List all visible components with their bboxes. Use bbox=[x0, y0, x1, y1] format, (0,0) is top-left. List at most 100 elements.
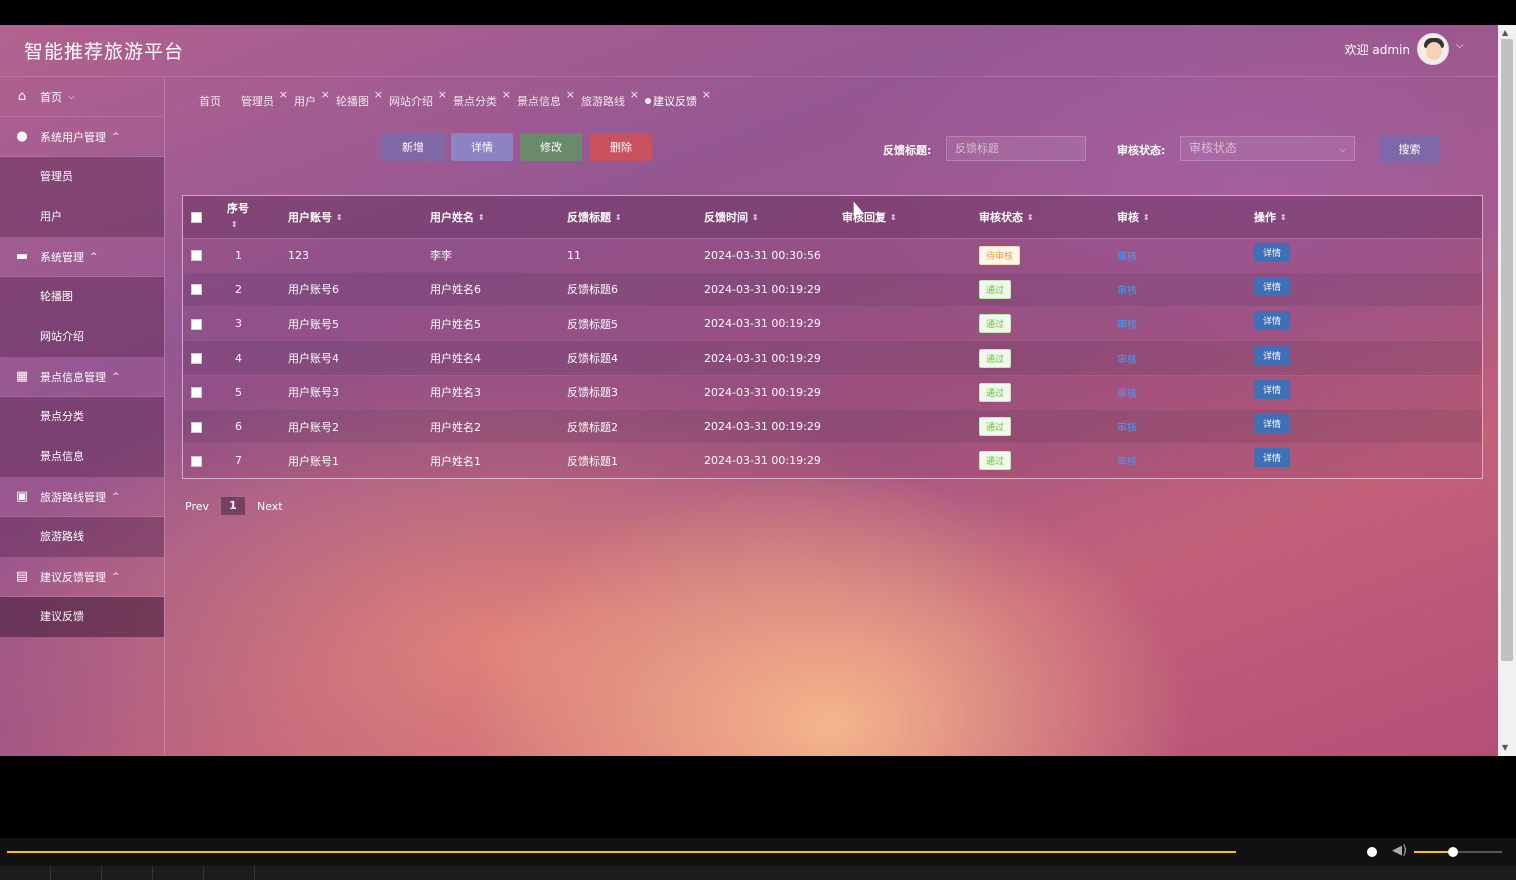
row-checkbox[interactable] bbox=[191, 455, 202, 467]
close-icon[interactable]: × bbox=[279, 88, 288, 101]
volume-icon[interactable]: ◀) bbox=[1392, 843, 1407, 858]
row-checkbox[interactable] bbox=[191, 387, 202, 399]
sidebar-item-feedback[interactable]: 建议反馈 bbox=[0, 597, 164, 637]
scroll-down-icon[interactable]: ▼ bbox=[1502, 743, 1508, 752]
row-select-cell bbox=[183, 306, 227, 342]
col-op[interactable]: 操作 ⇕ bbox=[1254, 196, 1482, 239]
select-all-checkbox[interactable] bbox=[191, 211, 202, 223]
row-detail-button[interactable]: 详情 bbox=[1254, 276, 1291, 296]
sidebar-item-scenic-info[interactable]: 景点信息 bbox=[0, 437, 164, 477]
status-badge: 通过 bbox=[979, 314, 1012, 334]
table-row: 4 用户账号4 用户姓名4 反馈标题4 2024-03-31 00:19:29 通过 审核 详… bbox=[183, 340, 1482, 376]
sidebar-item-scenic-category[interactable]: 景点分类 bbox=[0, 397, 164, 437]
delete-button[interactable]: 删除 bbox=[590, 133, 652, 161]
sidebar-group-feedback[interactable]: ▤ 建议反馈管理 ^ bbox=[0, 557, 164, 597]
cell-account: 123 bbox=[288, 238, 430, 273]
tab-scenic-info[interactable]: 景点信息 × bbox=[517, 88, 575, 109]
close-icon[interactable]: × bbox=[630, 88, 639, 101]
sidebar-item-route[interactable]: 旅游路线 bbox=[0, 517, 164, 557]
row-detail-button[interactable]: 详情 bbox=[1254, 379, 1291, 399]
playback-knob[interactable] bbox=[1367, 847, 1377, 857]
audit-link[interactable]: 审核 bbox=[1117, 252, 1137, 263]
sidebar-item-admin[interactable]: 管理员 bbox=[0, 157, 164, 197]
audit-link[interactable]: 审核 bbox=[1117, 457, 1137, 468]
row-checkbox[interactable] bbox=[191, 318, 202, 330]
prev-page-button[interactable]: Prev bbox=[185, 500, 209, 513]
col-status[interactable]: 审核状态 ⇕ bbox=[979, 196, 1117, 239]
tab-label: 网站介绍 bbox=[389, 95, 433, 108]
page-scrollbar[interactable]: ▲ ▼ bbox=[1498, 25, 1516, 756]
close-icon[interactable]: × bbox=[321, 88, 330, 101]
tab-home[interactable]: 首页 bbox=[199, 93, 225, 109]
close-icon[interactable]: × bbox=[566, 88, 575, 101]
close-icon[interactable]: × bbox=[702, 88, 711, 101]
close-icon[interactable]: × bbox=[438, 88, 447, 101]
next-page-button[interactable]: Next bbox=[257, 500, 283, 513]
tab-user[interactable]: 用户 × bbox=[294, 88, 330, 109]
row-checkbox[interactable] bbox=[191, 284, 202, 296]
col-no[interactable]: 序号 ⇕ bbox=[227, 196, 288, 239]
row-detail-button[interactable]: 详情 bbox=[1254, 448, 1291, 468]
sidebar-group-route[interactable]: ▣ 旅游路线管理 ^ bbox=[0, 477, 164, 517]
close-icon[interactable]: × bbox=[374, 88, 383, 101]
row-checkbox[interactable] bbox=[191, 353, 202, 365]
add-button[interactable]: 新增 bbox=[381, 133, 445, 161]
close-icon[interactable]: × bbox=[502, 88, 511, 101]
page-number-button[interactable]: 1 bbox=[221, 497, 245, 515]
row-checkbox[interactable] bbox=[191, 421, 202, 433]
tab-admin[interactable]: 管理员 × bbox=[241, 88, 288, 109]
sidebar-item-carousel[interactable]: 轮播图 bbox=[0, 277, 164, 317]
avatar[interactable] bbox=[1417, 33, 1449, 65]
top-black-bar bbox=[0, 0, 1516, 25]
cell-time: 2024-03-31 00:19:29 bbox=[704, 306, 842, 342]
col-title[interactable]: 反馈标题 ⇕ bbox=[567, 196, 704, 239]
tab-feedback[interactable]: 建议反馈 × bbox=[645, 88, 711, 109]
scroll-up-icon[interactable]: ▲ bbox=[1502, 28, 1508, 37]
cell-no: 1 bbox=[227, 238, 288, 273]
tab-bar: 首页 管理员 × 用户 × 轮播图 × 网站介绍 × 景点分类 × 景点信息 × 旅游路线 ×… bbox=[199, 88, 717, 109]
volume-knob[interactable] bbox=[1448, 847, 1458, 857]
feedback-title-input[interactable]: 反馈标题 bbox=[946, 136, 1086, 161]
tab-label: 旅游路线 bbox=[581, 95, 625, 108]
col-time[interactable]: 反馈时间 ⇕ bbox=[704, 196, 842, 239]
edit-button[interactable]: 修改 bbox=[520, 133, 582, 161]
tab-site-intro[interactable]: 网站介绍 × bbox=[389, 88, 447, 109]
cell-account: 用户账号3 bbox=[288, 375, 430, 410]
chevron-down-icon[interactable]: ⌵ bbox=[1456, 40, 1464, 51]
audit-link[interactable]: 审核 bbox=[1117, 320, 1137, 331]
audit-link[interactable]: 审核 bbox=[1117, 286, 1137, 297]
cell-account: 用户账号6 bbox=[288, 272, 430, 308]
row-detail-button[interactable]: 详情 bbox=[1254, 311, 1291, 331]
audit-status-label: 审核状态: bbox=[1117, 144, 1166, 157]
sort-icon: ⇕ bbox=[890, 213, 897, 223]
audit-link[interactable]: 审核 bbox=[1117, 355, 1137, 366]
tab-scenic-category[interactable]: 景点分类 × bbox=[453, 88, 511, 109]
cell-op: 详情 bbox=[1254, 340, 1482, 376]
col-reply[interactable]: 审核回复 ⇕ bbox=[842, 196, 979, 239]
row-select-cell bbox=[183, 443, 227, 479]
search-button[interactable]: 搜索 bbox=[1379, 135, 1440, 163]
audit-link[interactable]: 审核 bbox=[1117, 389, 1137, 400]
tab-carousel[interactable]: 轮播图 × bbox=[336, 88, 383, 109]
sidebar-item-user[interactable]: 用户 bbox=[0, 197, 164, 237]
row-detail-button[interactable]: 详情 bbox=[1254, 414, 1291, 434]
sidebar-item-home[interactable]: ⌂ 首页 ⌵ bbox=[0, 77, 164, 117]
audit-link[interactable]: 审核 bbox=[1117, 423, 1137, 434]
table-row: 6 用户账号2 用户姓名2 反馈标题2 2024-03-31 00:19:29 通过 审核 详… bbox=[183, 409, 1482, 445]
detail-button[interactable]: 详情 bbox=[451, 133, 513, 161]
audit-status-select[interactable]: 审核状态 ⌵ bbox=[1180, 136, 1355, 161]
row-detail-button[interactable]: 详情 bbox=[1254, 242, 1291, 262]
playback-progress[interactable] bbox=[7, 851, 1236, 853]
row-checkbox[interactable] bbox=[191, 250, 202, 262]
sidebar-group-system[interactable]: ▬ 系统管理 ^ bbox=[0, 237, 164, 277]
scroll-thumb[interactable] bbox=[1501, 39, 1513, 661]
col-name[interactable]: 用户姓名 ⇕ bbox=[430, 196, 567, 239]
sidebar-group-label: 系统管理 bbox=[40, 250, 84, 264]
tab-route[interactable]: 旅游路线 × bbox=[581, 88, 639, 109]
col-audit[interactable]: 审核 ⇕ bbox=[1117, 196, 1254, 239]
sidebar-item-site-intro[interactable]: 网站介绍 bbox=[0, 317, 164, 357]
sidebar-group-system-users[interactable]: ● 系统用户管理 ^ bbox=[0, 117, 164, 157]
col-account[interactable]: 用户账号 ⇕ bbox=[288, 196, 430, 239]
row-detail-button[interactable]: 详情 bbox=[1254, 345, 1291, 365]
sidebar-group-scenic[interactable]: ▦ 景点信息管理 ^ bbox=[0, 357, 164, 397]
